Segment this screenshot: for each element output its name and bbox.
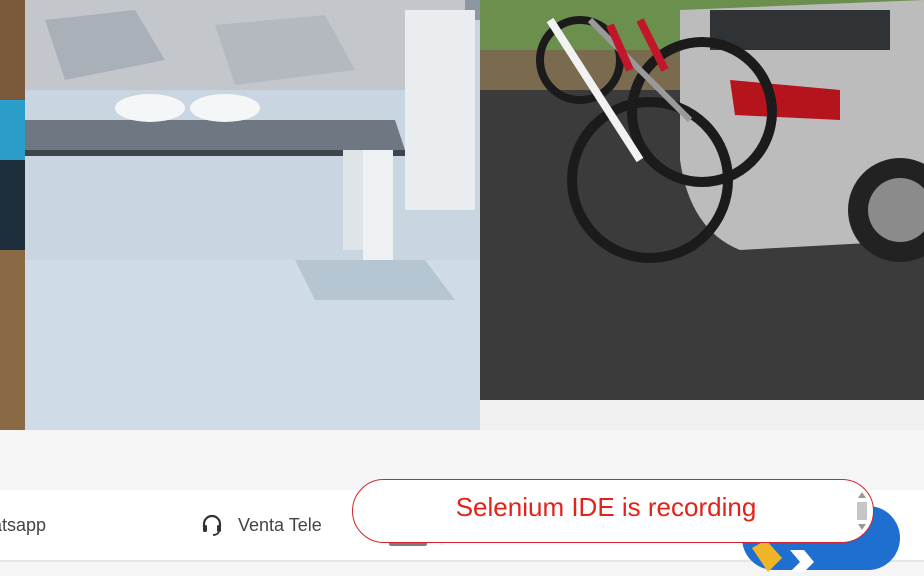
recording-message: Selenium IDE is recording xyxy=(455,492,757,522)
phone-sales-link[interactable]: Venta Tele xyxy=(200,490,322,560)
headset-icon xyxy=(202,514,222,536)
selenium-recording-notification: Selenium IDE is recording xyxy=(352,479,874,543)
phone-sales-label: Venta Tele xyxy=(238,514,322,535)
banner-carousel xyxy=(0,0,924,430)
promo-arrows-icon xyxy=(752,540,814,572)
whatsapp-link[interactable]: atsapp xyxy=(0,490,180,560)
banner-image-bike-rack[interactable] xyxy=(480,0,924,430)
banner-image-sofa[interactable] xyxy=(25,0,480,430)
banner-image-left-edge[interactable] xyxy=(0,0,25,430)
whatsapp-label: atsapp xyxy=(0,514,47,535)
scrollbar[interactable] xyxy=(855,490,869,532)
